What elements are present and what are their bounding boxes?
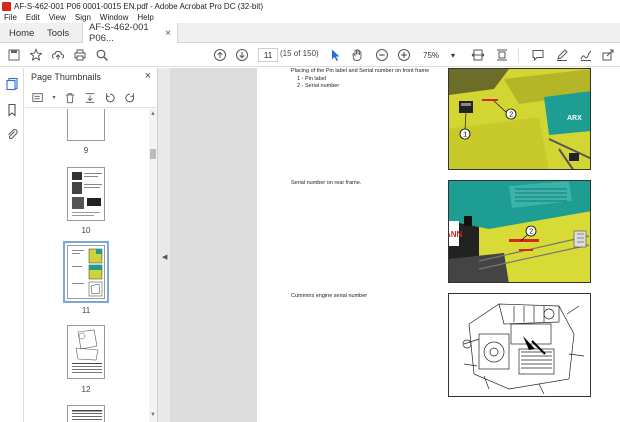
thumbnail-options-icon[interactable] [31,91,45,105]
tab-home[interactable]: Home [0,23,38,43]
thumbnail-page-9[interactable] [67,109,105,141]
caption-engine: Cummins engine serial number [291,293,368,299]
chevron-down-icon: ▾ [450,50,455,60]
toolbar: 11 (15 of 150) 75% ▾ [0,43,620,67]
scroll-mode-icon[interactable] [494,47,510,63]
page-fit-icon[interactable] [470,47,486,63]
pdf-page: Placing of the Pin label and Serial numb… [257,68,620,422]
highlight-pen-icon[interactable] [554,47,570,63]
menu-file[interactable]: File [4,13,17,22]
menu-edit[interactable]: Edit [26,13,40,22]
tab-tools[interactable]: Tools [38,23,82,43]
document-viewport[interactable]: Placing of the Pin label and Serial numb… [170,68,620,422]
menu-sign[interactable]: Sign [75,13,91,22]
zoom-select[interactable]: 75% ▾ [420,48,458,62]
scrollbar-thumb[interactable] [150,149,156,159]
figure-engine [448,293,591,397]
thumbnail-page-10[interactable] [67,167,105,221]
page-number-input[interactable]: 11 [258,48,278,62]
panel-toolbar: ▾ [25,88,158,108]
acrobat-app-icon [2,1,11,11]
chevron-down-icon[interactable]: ▾ [51,91,57,105]
bookmarks-icon[interactable] [4,102,20,118]
menu-help[interactable]: Help [137,13,153,22]
menu-view[interactable]: View [49,13,66,22]
insert-page-icon[interactable] [83,91,97,105]
attachments-icon[interactable] [4,126,20,142]
page-count: (15 of 150) [280,49,319,58]
search-icon[interactable] [94,47,110,63]
page-thumbnails-icon[interactable] [4,76,20,92]
thumbnail-label: 9 [83,146,89,155]
callout-1-text: 1 [463,132,467,139]
tab-document-label: AF-S-462-001 P06... [89,22,149,44]
caption-front-frame: Placing of the Pin label and Serial numb… [291,68,430,74]
figure-brand-text: ANN [449,230,463,239]
delete-page-icon[interactable] [63,91,77,105]
previous-page-icon[interactable] [212,47,228,63]
panel-splitter[interactable]: ◀ [158,68,170,422]
figure-brand-text: ARX [567,115,582,122]
caption-item-2: 2 - Serial number [297,83,340,89]
next-page-icon[interactable] [234,47,250,63]
tab-document[interactable]: AF-S-462-001 P06... × [82,22,178,44]
scroll-down-icon[interactable]: ▼ [150,412,156,418]
print-icon[interactable] [72,47,88,63]
caption-rear-frame: Serial number on rear frame. [291,180,362,186]
menu-window[interactable]: Window [100,13,128,22]
zoom-in-icon[interactable] [396,47,412,63]
sign-icon[interactable] [578,47,594,63]
rotate-counterclockwise-icon[interactable] [103,91,117,105]
page-thumbnails-panel: Page Thumbnails × ▾ 9 10 11 12 ▲ ▼ [25,68,158,422]
thumbnail-label: 10 [81,226,91,235]
panel-close-icon[interactable]: × [145,70,151,82]
thumbnail-list: 9 10 11 12 [25,109,149,422]
callout-2-text: 2 [509,112,513,119]
caption-item-1: 1 - Pin label [297,76,327,82]
thumbnail-label: 11 [81,306,91,315]
thumbnail-page-12[interactable] [67,325,105,379]
save-icon[interactable] [6,47,22,63]
collapse-panel-icon[interactable]: ◀ [162,253,167,261]
select-cursor-icon[interactable] [327,47,343,63]
upload-cloud-icon[interactable] [50,47,66,63]
tab-close-icon[interactable]: × [165,28,171,39]
tab-bar: Home Tools AF-S-462-001 P06... × [0,22,620,44]
scroll-up-icon[interactable]: ▲ [150,111,156,117]
thumbnail-page-13[interactable] [67,405,105,422]
title-bar: AF-S-462-001 P06 0001-0015 EN.pdf - Adob… [0,0,620,12]
rotate-clockwise-icon[interactable] [123,91,137,105]
thumbnail-scrollbar[interactable]: ▲ ▼ [149,109,157,422]
bookmark-star-icon[interactable] [28,47,44,63]
thumbnail-page-11[interactable] [63,241,109,303]
figure-rear-frame: 2 ANN [448,180,591,283]
share-icon[interactable] [600,47,616,63]
callout-rear-text: 2 [529,229,533,236]
zoom-value: 75% [423,50,440,60]
hand-tool-icon[interactable] [349,47,365,63]
window-title: AF-S-462-001 P06 0001-0015 EN.pdf - Adob… [14,1,264,11]
comment-icon[interactable] [530,47,546,63]
zoom-out-icon[interactable] [374,47,390,63]
figure-front-frame: ARX 1 2 [448,68,591,170]
toolbar-divider [518,48,519,62]
left-navigation-rail [0,68,24,422]
panel-title: Page Thumbnails [31,72,101,82]
thumbnail-label: 12 [81,385,91,394]
